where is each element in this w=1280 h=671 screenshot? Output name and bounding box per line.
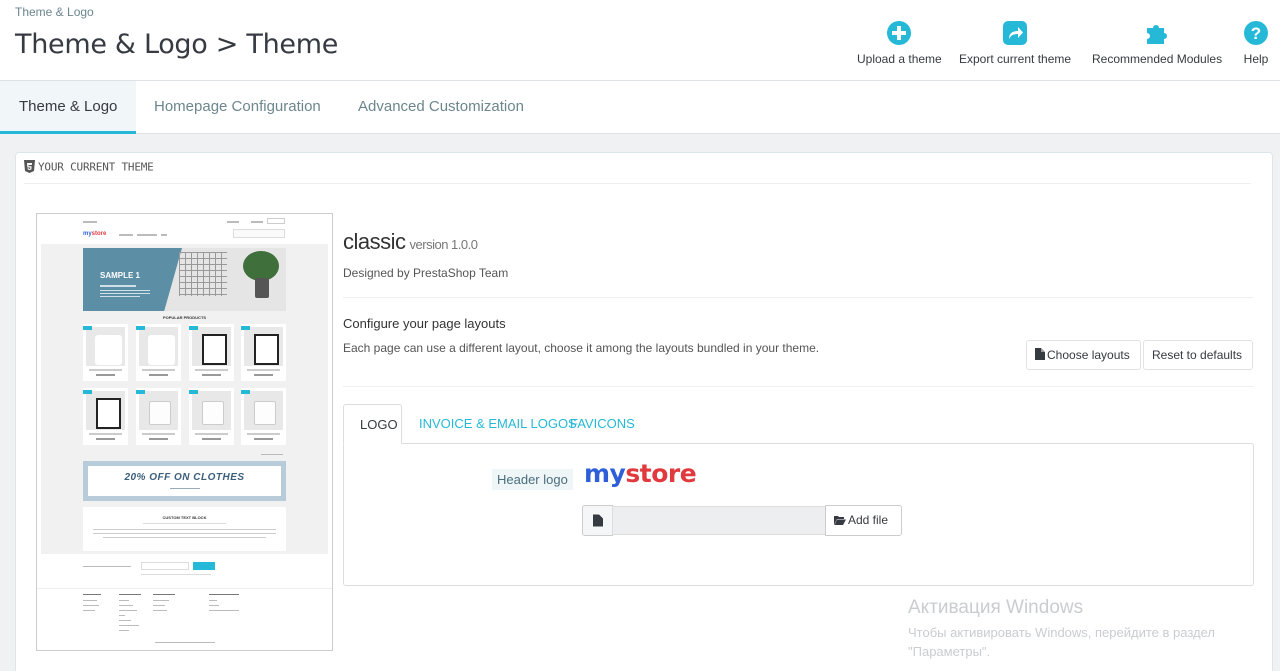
preview-custom-block: CUSTOM TEXT BLOCK — [83, 507, 286, 551]
header-logo-image: mystore — [584, 459, 697, 488]
preview-product — [136, 388, 181, 445]
preview-sample-title: SAMPLE 1 — [100, 271, 141, 280]
preview-product — [241, 388, 286, 445]
page-title: Theme & Logo > Theme — [15, 29, 339, 60]
share-icon — [1003, 21, 1028, 45]
upload-theme-label: Upload a theme — [857, 52, 942, 66]
main-tabs: Theme & Logo Homepage Configuration Adva… — [0, 81, 1280, 134]
preview-product — [83, 324, 128, 381]
preview-product — [241, 324, 286, 381]
export-theme-label: Export current theme — [959, 52, 1072, 66]
file-icon — [593, 514, 603, 527]
preview-topbar — [37, 214, 332, 226]
theme-version: version 1.0.0 — [409, 237, 478, 252]
theme-author: Designed by PrestaShop Team — [343, 266, 509, 280]
current-theme-panel: YOUR CURRENT THEME mystore SAMPLE 1 POPU… — [15, 152, 1273, 671]
tab-theme-logo[interactable]: Theme & Logo — [0, 81, 137, 134]
preview-product — [189, 324, 234, 381]
folder-open-icon — [834, 516, 846, 525]
svg-text:?: ? — [1251, 24, 1261, 43]
preview-slider: SAMPLE 1 — [83, 248, 286, 311]
preview-banner-text: 20% OFF ON CLOTHES — [124, 472, 245, 483]
preview-navbar: mystore — [37, 226, 332, 244]
help-button[interactable]: ? Help — [1243, 20, 1269, 66]
add-file-label: Add file — [848, 513, 889, 527]
file-icon-box — [582, 505, 613, 536]
preview-product — [136, 324, 181, 381]
subtab-logo[interactable]: LOGO — [343, 404, 402, 444]
panel-heading: YOUR CURRENT THEME — [24, 159, 1251, 184]
header-logo-label: Header logo — [492, 469, 573, 490]
windows-activation-title: Активация Windows — [908, 597, 1084, 618]
html5-icon — [24, 160, 35, 174]
panel-heading-text: YOUR CURRENT THEME — [38, 160, 154, 174]
configure-layouts-title: Configure your page layouts — [343, 316, 506, 331]
theme-name: classic version 1.0.0 — [343, 229, 478, 255]
export-theme-button[interactable]: Export current theme — [959, 20, 1071, 66]
reset-defaults-button[interactable]: Reset to defaults — [1143, 340, 1253, 370]
upload-theme-button[interactable]: Upload a theme — [857, 20, 942, 66]
recommended-modules-label: Recommended Modules — [1092, 52, 1223, 66]
help-icon: ? — [1244, 21, 1268, 45]
divider — [343, 297, 1253, 298]
breadcrumb[interactable]: Theme & Logo — [15, 5, 94, 19]
subtab-favicons[interactable]: FAVICONS — [554, 404, 651, 444]
tab-advanced-customization[interactable]: Advanced Customization — [339, 81, 543, 134]
choose-layouts-label: Choose layouts — [1047, 348, 1130, 362]
theme-preview-image: mystore SAMPLE 1 POPULAR PRODUCTS 20% OF… — [36, 213, 333, 651]
configure-layouts-description: Each page can use a different layout, ch… — [343, 341, 820, 355]
preview-popular-products: POPULAR PRODUCTS — [162, 315, 207, 320]
file-name-field[interactable] — [612, 506, 827, 535]
choose-layouts-button[interactable]: Choose layouts — [1026, 340, 1141, 370]
add-file-button[interactable]: Add file — [825, 505, 902, 536]
theme-name-text: classic — [343, 229, 406, 254]
page-header: Theme & Logo Theme & Logo > Theme Upload… — [0, 0, 1280, 81]
plus-circle-icon — [887, 21, 912, 45]
preview-product — [83, 388, 128, 445]
windows-activation-text: Чтобы активировать Windows, перейдите в … — [908, 625, 1215, 659]
tab-homepage-configuration[interactable]: Homepage Configuration — [135, 81, 340, 134]
file-icon — [1035, 348, 1045, 360]
preview-custom-block-title: CUSTOM TEXT BLOCK — [162, 515, 207, 520]
logo-text-my: my — [584, 459, 626, 488]
logo-text-store: store — [625, 459, 697, 488]
help-label: Help — [1243, 52, 1269, 66]
preview-banner: 20% OFF ON CLOTHES — [83, 461, 286, 501]
preview-body: SAMPLE 1 POPULAR PRODUCTS 20% OFF ON CLO… — [41, 244, 328, 554]
recommended-modules-button[interactable]: Recommended Modules — [1092, 20, 1222, 66]
preview-product — [189, 388, 234, 445]
divider — [343, 386, 1253, 387]
puzzle-icon — [1147, 25, 1168, 44]
